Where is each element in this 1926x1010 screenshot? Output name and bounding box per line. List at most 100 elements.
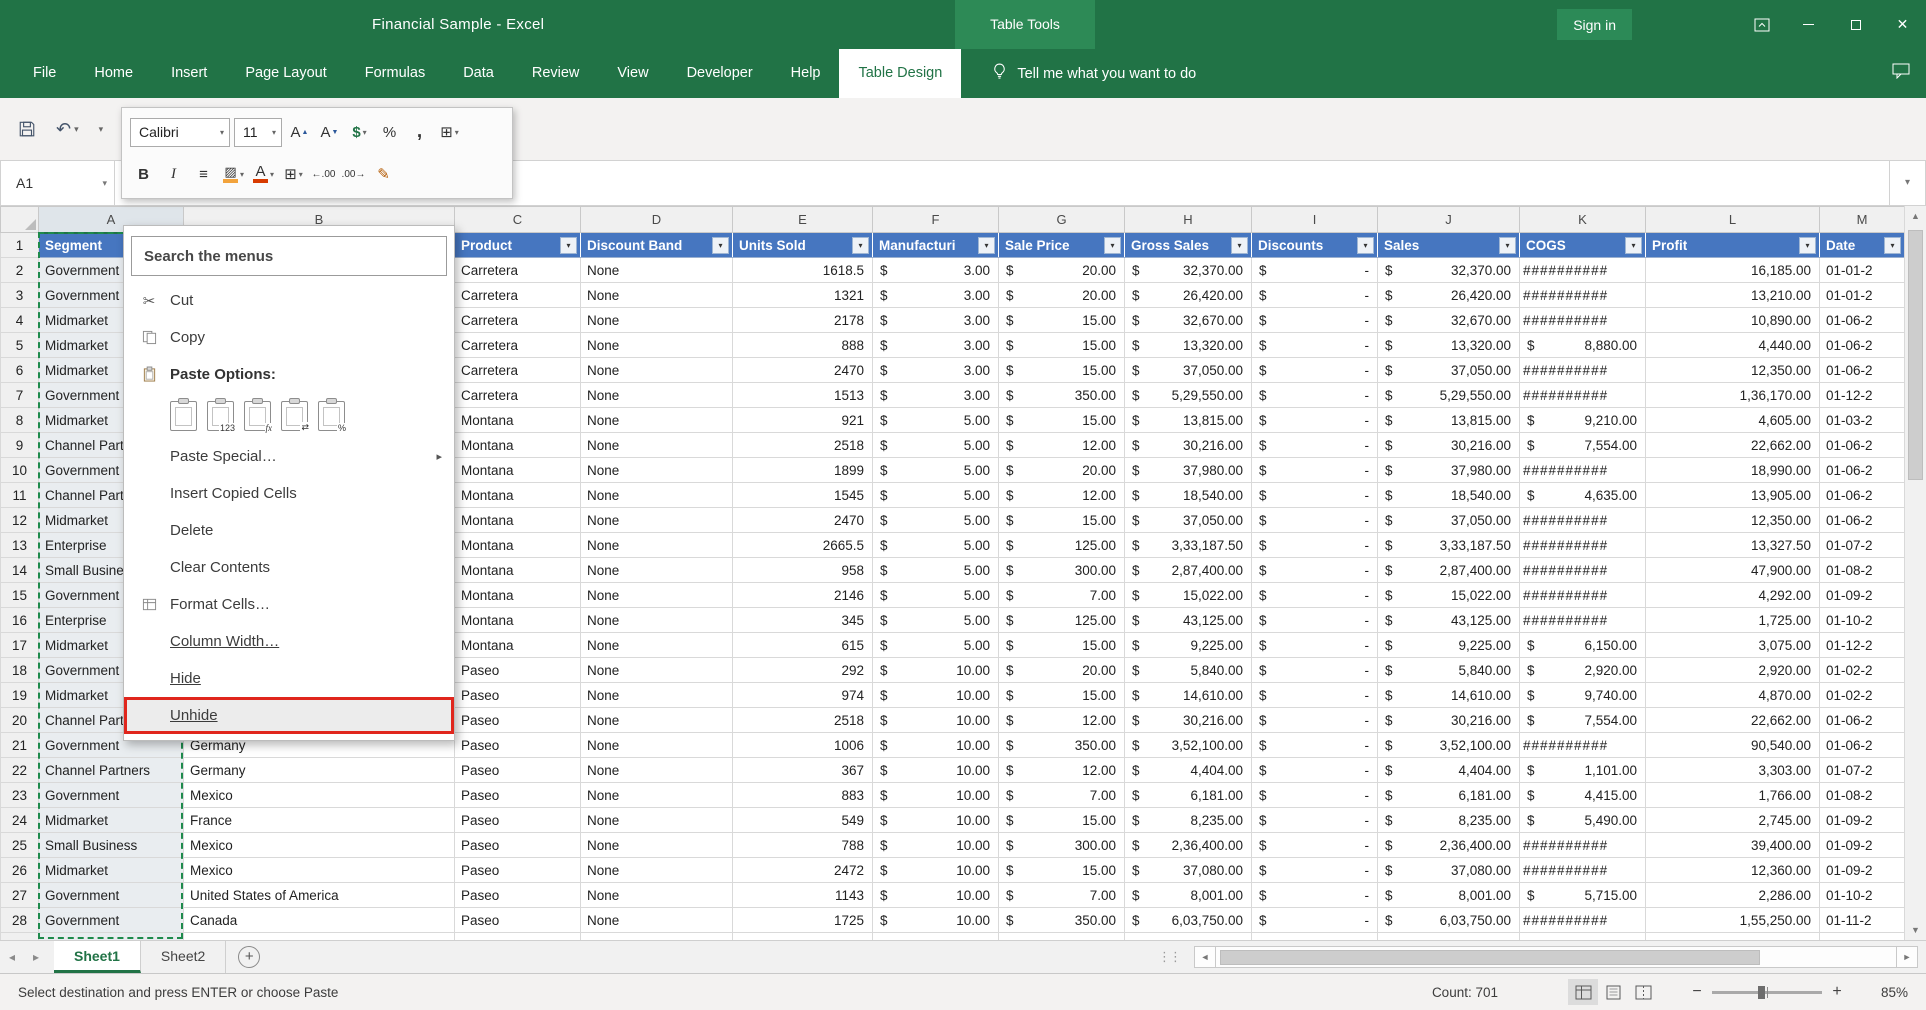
cell-K11[interactable]: $4,635.00: [1520, 483, 1646, 508]
cell-I4[interactable]: $-: [1252, 308, 1378, 333]
cell-H24[interactable]: $8,235.00: [1125, 808, 1252, 833]
cell-J16[interactable]: $43,125.00: [1378, 608, 1520, 633]
cell-G16[interactable]: $125.00: [999, 608, 1125, 633]
cell-A24[interactable]: Midmarket: [39, 808, 184, 833]
cell-K10[interactable]: ##########: [1520, 458, 1646, 483]
cell-G14[interactable]: $300.00: [999, 558, 1125, 583]
cell-L14[interactable]: 47,900.00: [1646, 558, 1820, 583]
cell-G21[interactable]: $350.00: [999, 733, 1125, 758]
page-break-view-button[interactable]: [1628, 979, 1658, 1005]
cell-I10[interactable]: $-: [1252, 458, 1378, 483]
cell-B26[interactable]: Mexico: [184, 858, 455, 883]
row-number-5[interactable]: 5: [1, 333, 39, 358]
paste-icon[interactable]: [170, 401, 197, 431]
cell-E22[interactable]: 367: [733, 758, 873, 783]
cell-I17[interactable]: $-: [1252, 633, 1378, 658]
filter-button[interactable]: ▾: [1884, 237, 1901, 254]
cell-K27[interactable]: $5,715.00: [1520, 883, 1646, 908]
cell-F19[interactable]: $10.00: [873, 683, 999, 708]
normal-view-button[interactable]: [1568, 979, 1598, 1005]
fill-color-icon[interactable]: ▨▾: [220, 160, 247, 188]
cell-F8[interactable]: $5.00: [873, 408, 999, 433]
cell[interactable]: [1252, 933, 1378, 941]
cell-G18[interactable]: $20.00: [999, 658, 1125, 683]
row-number-1[interactable]: 1: [1, 233, 39, 258]
cell[interactable]: [39, 933, 184, 941]
cell-C19[interactable]: Paseo: [455, 683, 581, 708]
cell-E13[interactable]: 2665.5: [733, 533, 873, 558]
cell-M14[interactable]: 01-08-2: [1820, 558, 1905, 583]
cell-M27[interactable]: 01-10-2: [1820, 883, 1905, 908]
cell-J8[interactable]: $13,815.00: [1378, 408, 1520, 433]
cell-K17[interactable]: $6,150.00: [1520, 633, 1646, 658]
cell-L26[interactable]: 12,360.00: [1646, 858, 1820, 883]
filter-button[interactable]: ▾: [852, 237, 869, 254]
cell-E12[interactable]: 2470: [733, 508, 873, 533]
cell-G20[interactable]: $12.00: [999, 708, 1125, 733]
row-number-23[interactable]: 23: [1, 783, 39, 808]
cell-C12[interactable]: Montana: [455, 508, 581, 533]
cell-C25[interactable]: Paseo: [455, 833, 581, 858]
cell-F10[interactable]: $5.00: [873, 458, 999, 483]
cell-J27[interactable]: $8,001.00: [1378, 883, 1520, 908]
cell-K13[interactable]: ##########: [1520, 533, 1646, 558]
cell-C3[interactable]: Carretera: [455, 283, 581, 308]
name-box[interactable]: A1 ▾: [0, 160, 115, 206]
cell-J9[interactable]: $30,216.00: [1378, 433, 1520, 458]
cell-L13[interactable]: 13,327.50: [1646, 533, 1820, 558]
horizontal-scroll-thumb[interactable]: [1220, 950, 1760, 965]
cell-D12[interactable]: None: [581, 508, 733, 533]
cell[interactable]: [733, 933, 873, 941]
cell-H5[interactable]: $13,320.00: [1125, 333, 1252, 358]
cell-K8[interactable]: $9,210.00: [1520, 408, 1646, 433]
cell-H9[interactable]: $30,216.00: [1125, 433, 1252, 458]
cell-I8[interactable]: $-: [1252, 408, 1378, 433]
row-number-11[interactable]: 11: [1, 483, 39, 508]
column-header-cogs[interactable]: COGS▾: [1520, 233, 1646, 258]
cell-H4[interactable]: $32,670.00: [1125, 308, 1252, 333]
cell-L16[interactable]: 1,725.00: [1646, 608, 1820, 633]
filter-button[interactable]: ▾: [978, 237, 995, 254]
cell-L25[interactable]: 39,400.00: [1646, 833, 1820, 858]
save-button[interactable]: [18, 120, 36, 138]
cell-M19[interactable]: 01-02-2: [1820, 683, 1905, 708]
zoom-out-button[interactable]: −: [1686, 983, 1708, 1001]
cell-G8[interactable]: $15.00: [999, 408, 1125, 433]
cell-M22[interactable]: 01-07-2: [1820, 758, 1905, 783]
column-letter-E[interactable]: E: [733, 207, 873, 233]
cell-E28[interactable]: 1725: [733, 908, 873, 933]
cell-D5[interactable]: None: [581, 333, 733, 358]
cell-M24[interactable]: 01-09-2: [1820, 808, 1905, 833]
cell-F26[interactable]: $10.00: [873, 858, 999, 883]
cell-A25[interactable]: Small Business: [39, 833, 184, 858]
column-header-discount-band[interactable]: Discount Band▾: [581, 233, 733, 258]
cell-D9[interactable]: None: [581, 433, 733, 458]
cell-F20[interactable]: $10.00: [873, 708, 999, 733]
row-number-19[interactable]: 19: [1, 683, 39, 708]
zoom-level[interactable]: 85%: [1866, 985, 1908, 1000]
cell-I25[interactable]: $-: [1252, 833, 1378, 858]
cell-I2[interactable]: $-: [1252, 258, 1378, 283]
cell-J24[interactable]: $8,235.00: [1378, 808, 1520, 833]
column-letter-G[interactable]: G: [999, 207, 1125, 233]
cell-J25[interactable]: $2,36,400.00: [1378, 833, 1520, 858]
ribbon-tab-page-layout[interactable]: Page Layout: [226, 49, 345, 98]
cell[interactable]: [581, 933, 733, 941]
cell-D14[interactable]: None: [581, 558, 733, 583]
cell-I19[interactable]: $-: [1252, 683, 1378, 708]
cell-I27[interactable]: $-: [1252, 883, 1378, 908]
cell-G15[interactable]: $7.00: [999, 583, 1125, 608]
ribbon-tab-file[interactable]: File: [14, 49, 75, 98]
cell-E10[interactable]: 1899: [733, 458, 873, 483]
zoom-slider[interactable]: [1712, 991, 1822, 994]
cell-C6[interactable]: Carretera: [455, 358, 581, 383]
cell-D15[interactable]: None: [581, 583, 733, 608]
cell-M12[interactable]: 01-06-2: [1820, 508, 1905, 533]
cell-D26[interactable]: None: [581, 858, 733, 883]
cell-G23[interactable]: $7.00: [999, 783, 1125, 808]
cell-D10[interactable]: None: [581, 458, 733, 483]
cell-K28[interactable]: ##########: [1520, 908, 1646, 933]
cell-E4[interactable]: 2178: [733, 308, 873, 333]
grow-font-icon[interactable]: A▲: [286, 118, 313, 146]
cell-L20[interactable]: 22,662.00: [1646, 708, 1820, 733]
